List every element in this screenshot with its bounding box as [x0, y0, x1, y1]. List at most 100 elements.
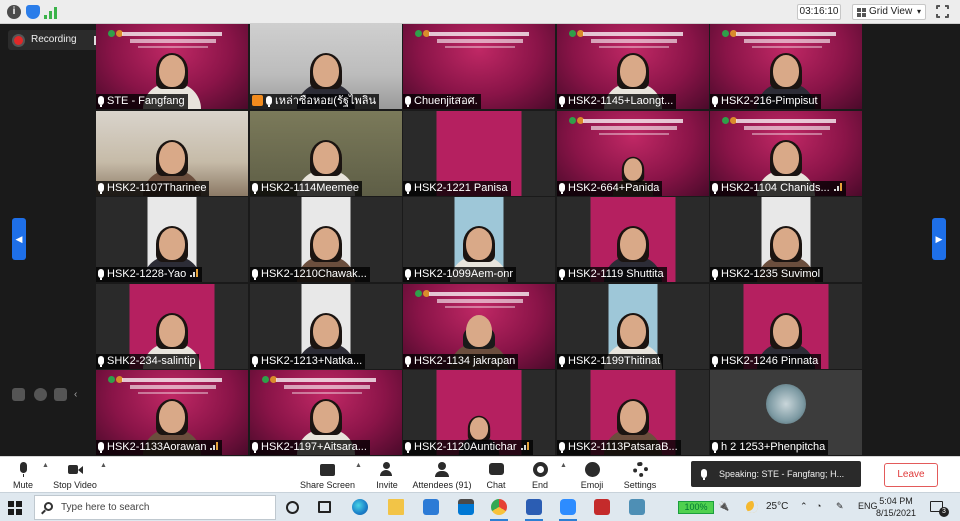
- cortana-icon[interactable]: [286, 501, 299, 514]
- temperature[interactable]: 25°C: [766, 501, 788, 512]
- audio-options-icon[interactable]: ▲: [42, 462, 49, 469]
- collapse-icon[interactable]: ‹: [74, 388, 77, 401]
- video-options-icon[interactable]: ▲: [100, 462, 107, 469]
- task-view-icon[interactable]: [318, 501, 331, 513]
- search-icon: [44, 502, 53, 511]
- participant-tile[interactable]: HSK2-664+Panida: [557, 111, 709, 196]
- next-page-button[interactable]: ▶: [932, 218, 946, 260]
- participant-tile[interactable]: HSK2-1114Meemee: [250, 111, 402, 196]
- settings-button[interactable]: Settings: [622, 459, 658, 491]
- participant-tile[interactable]: h 2 1253+Phenpitcha: [710, 370, 862, 455]
- store-icon[interactable]: [458, 499, 474, 515]
- participant-tile[interactable]: HSK2-216-Pimpisut: [710, 24, 862, 109]
- end-options-icon[interactable]: ▲: [560, 462, 567, 469]
- participant-name: HSK2-1145+Laongt...: [568, 95, 674, 107]
- taskbar-search-input[interactable]: Type here to search: [34, 495, 276, 520]
- participant-name: HSK2-1104 Chanids...: [721, 182, 830, 194]
- muted-mic-icon: [712, 269, 718, 280]
- participant-name-label: HSK2-1246 Pinnata: [710, 354, 822, 369]
- leave-button[interactable]: Leave: [884, 463, 938, 487]
- file-explorer-icon[interactable]: [388, 499, 404, 515]
- participant-tile[interactable]: HSK2-1119 Shuttita: [557, 197, 709, 282]
- attendees-button[interactable]: Attendees (91): [412, 459, 472, 491]
- participant-name-label: HSK2-1134 jakrapan: [403, 354, 519, 369]
- participant-name: HSK2-1246 Pinnata: [721, 355, 819, 367]
- invite-button[interactable]: Invite: [370, 459, 404, 491]
- participant-name: HSK2-1228-Yao: [107, 268, 187, 280]
- chrome-icon[interactable]: [491, 499, 507, 515]
- participant-tile[interactable]: STE - Fangfang: [96, 24, 248, 109]
- edge-icon[interactable]: [352, 499, 368, 515]
- info-icon[interactable]: i: [7, 5, 21, 19]
- clock-time: 5:04 PM: [879, 496, 913, 506]
- view-mode-button[interactable]: Grid View ▾: [852, 4, 926, 20]
- chat-button[interactable]: Chat: [480, 459, 512, 491]
- battery-plug-icon: 🔌: [718, 501, 730, 511]
- end-button[interactable]: End: [524, 459, 556, 491]
- participant-tile[interactable]: เหล่าซือหอย(รัฐไพลิน: [250, 24, 402, 109]
- shield-icon[interactable]: [26, 5, 40, 19]
- participant-tile[interactable]: HSK2-1120Auntichar: [403, 370, 555, 455]
- windows-start-icon[interactable]: [8, 501, 22, 515]
- share-options-icon[interactable]: ▲: [355, 462, 362, 469]
- zoom-icon[interactable]: [560, 499, 576, 515]
- muted-mic-icon: [98, 269, 104, 280]
- participant-name: Chuenjitสอศ.: [414, 95, 478, 107]
- participant-tile[interactable]: HSK2-1134 jakrapan: [403, 284, 555, 369]
- participant-tile[interactable]: HSK2-1133Aorawan: [96, 370, 248, 455]
- pen-icon[interactable]: ✎: [836, 501, 844, 512]
- muted-mic-icon: [405, 183, 411, 194]
- participant-tile[interactable]: HSK2-1099Aem-onr: [403, 197, 555, 282]
- participant-tile[interactable]: HSK2-1145+Laongt...: [557, 24, 709, 109]
- participant-tile[interactable]: HSK2-1228-Yao: [96, 197, 248, 282]
- signal-icon[interactable]: [44, 5, 58, 19]
- windows-taskbar: Type here to search 100% 🔌 25°C ⌃ ◔ ✎ EN…: [0, 492, 960, 521]
- document-viewer-icon[interactable]: [629, 499, 645, 515]
- participant-tile[interactable]: HSK2-1213+Natka...: [250, 284, 402, 369]
- muted-mic-icon: [712, 96, 718, 107]
- participant-name-label: HSK2-1197+Aitsara...: [250, 440, 370, 455]
- language-indicator[interactable]: ENG: [858, 501, 878, 511]
- participant-name-label: HSK2-1099Aem-onr: [403, 267, 517, 282]
- participant-tile[interactable]: HSK2-1199Thitinat: [557, 284, 709, 369]
- stop-video-button[interactable]: Stop Video: [52, 459, 98, 491]
- participant-name: HSK2-1119 Shuttita: [568, 268, 664, 280]
- wps-icon[interactable]: [594, 499, 610, 515]
- participant-tile[interactable]: HSK2-1113PatsaraB...: [557, 370, 709, 455]
- participant-tile[interactable]: HSK2-1246 Pinnata: [710, 284, 862, 369]
- mail-icon[interactable]: [423, 499, 439, 515]
- participant-tile[interactable]: SHK2-234-salintip: [96, 284, 248, 369]
- mute-button[interactable]: Mute: [6, 459, 40, 491]
- share-screen-button[interactable]: Share Screen: [300, 459, 355, 491]
- reaction-icon[interactable]: [34, 388, 47, 401]
- participant-tile[interactable]: HSK2-1197+Aitsara...: [250, 370, 402, 455]
- speaking-indicator: Speaking: STE - Fangfang; H...: [691, 461, 861, 487]
- participant-tile[interactable]: HSK2-1107Tharinee: [96, 111, 248, 196]
- stop-video-label: Stop Video: [53, 480, 97, 490]
- gear-icon: [633, 462, 648, 477]
- participant-tile[interactable]: HSK2-1210Chawak...: [250, 197, 402, 282]
- connection-signal-icon: [210, 442, 220, 450]
- meeting-timer: 03:16:10: [797, 4, 841, 20]
- network-icon[interactable]: ◔: [816, 501, 821, 511]
- participant-tile[interactable]: HSK2-1235 Suvimol: [710, 197, 862, 282]
- fullscreen-icon[interactable]: [935, 4, 950, 19]
- muted-mic-icon: [559, 269, 565, 280]
- participant-name-label: HSK2-1213+Natka...: [250, 354, 366, 369]
- emoji-button[interactable]: Emoji: [576, 459, 608, 491]
- invite-icon: [380, 462, 395, 477]
- previous-page-button[interactable]: ◀: [12, 218, 26, 260]
- word-icon[interactable]: [526, 499, 542, 515]
- speaker-mic-icon: [701, 469, 707, 480]
- weather-icon[interactable]: [746, 501, 758, 513]
- attendees-icon: [435, 462, 450, 477]
- participant-tile[interactable]: Chuenjitสอศ.: [403, 24, 555, 109]
- participant-tile[interactable]: HSK2-1104 Chanids...: [710, 111, 862, 196]
- speaking-text: Speaking: STE - Fangfang; H...: [719, 469, 845, 479]
- taskbar-clock[interactable]: 5:04 PM 8/15/2021: [876, 495, 916, 519]
- layout-icon[interactable]: [12, 388, 25, 401]
- caption-icon[interactable]: [54, 388, 67, 401]
- chevron-up-icon[interactable]: ⌃: [800, 501, 808, 512]
- participant-tile[interactable]: HSK2-1221 Panisa: [403, 111, 555, 196]
- battery-indicator[interactable]: 100%: [678, 501, 714, 514]
